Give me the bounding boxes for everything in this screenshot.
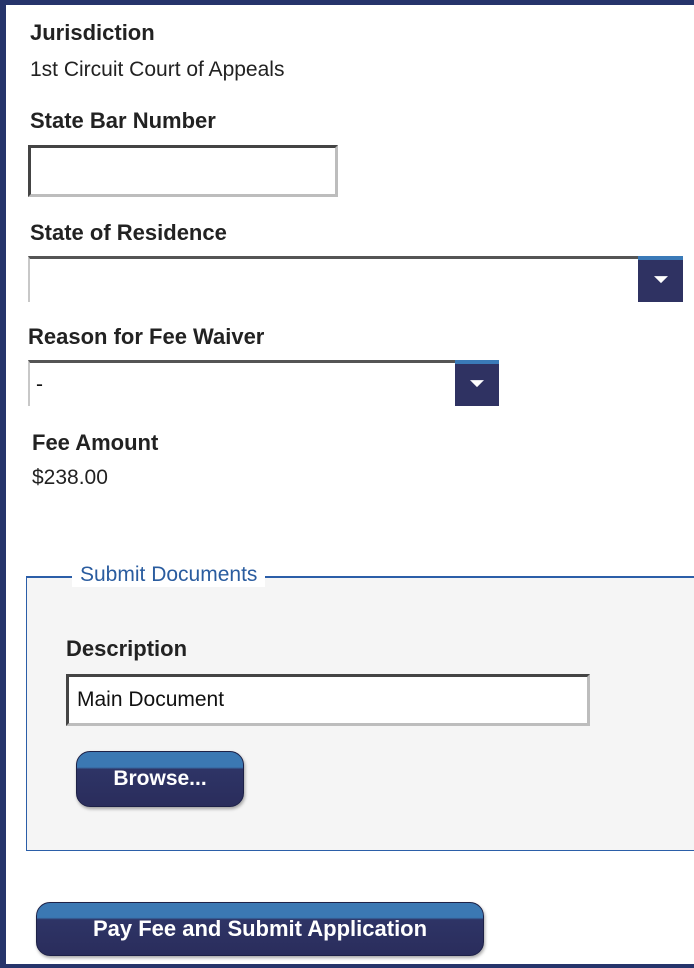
state-of-residence-select[interactable] [28, 256, 638, 302]
state-of-residence-dropdown-button[interactable] [638, 256, 683, 302]
fee-waiver-dropdown-button[interactable] [455, 360, 499, 406]
jurisdiction-value: 1st Circuit Court of Appeals [30, 58, 285, 81]
state-of-residence-label: State of Residence [30, 220, 227, 245]
pay-fee-submit-button[interactable]: Pay Fee and Submit Application [36, 902, 484, 956]
chevron-down-icon [653, 276, 668, 284]
fee-waiver-selected: - [36, 373, 43, 396]
jurisdiction-label: Jurisdiction [30, 20, 155, 45]
state-bar-number-input[interactable] [28, 145, 338, 197]
chevron-down-icon [470, 380, 484, 388]
description-label: Description [66, 636, 188, 661]
submit-documents-legend: Submit Documents [72, 563, 266, 587]
fee-amount-label: Fee Amount [32, 430, 159, 455]
fee-waiver-select[interactable]: - [28, 360, 455, 406]
browse-button[interactable]: Browse... [76, 751, 244, 807]
fee-waiver-label: Reason for Fee Waiver [28, 324, 265, 349]
description-input[interactable] [66, 674, 590, 726]
state-bar-number-label: State Bar Number [30, 108, 216, 133]
fee-amount-value: $238.00 [32, 466, 108, 489]
